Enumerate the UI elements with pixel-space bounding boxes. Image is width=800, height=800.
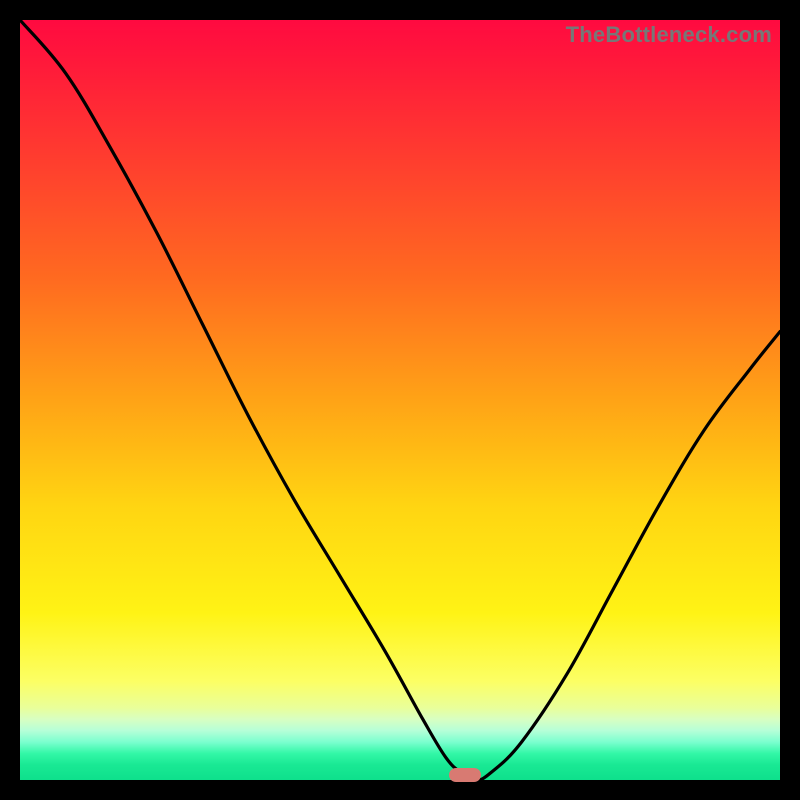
optimal-point-marker bbox=[449, 768, 481, 782]
bottleneck-curve bbox=[20, 20, 780, 780]
plot-area: TheBottleneck.com bbox=[20, 20, 780, 780]
chart-frame: TheBottleneck.com bbox=[0, 0, 800, 800]
